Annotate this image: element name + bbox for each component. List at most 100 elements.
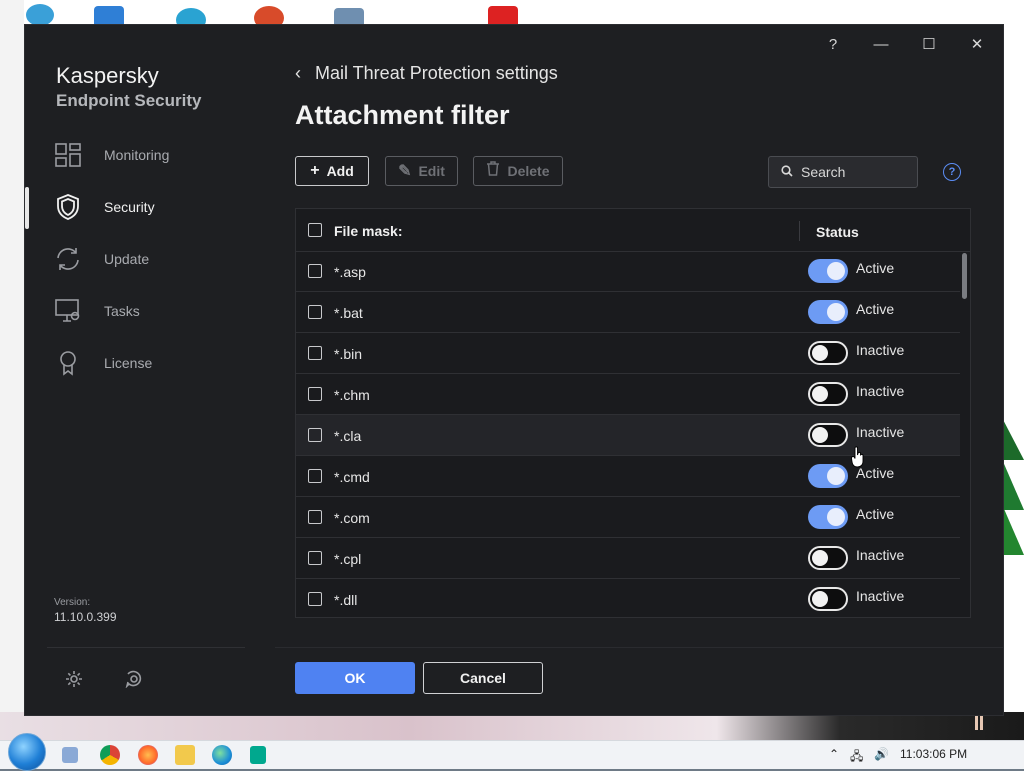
edit-button-label: Edit bbox=[418, 163, 445, 179]
edit-button[interactable]: ✎ Edit bbox=[385, 156, 458, 186]
status-label: Active bbox=[856, 260, 895, 276]
version-value: 11.10.0.399 bbox=[54, 610, 117, 624]
status-label: Inactive bbox=[856, 424, 905, 440]
status-toggle[interactable] bbox=[808, 341, 848, 365]
table-row[interactable]: *.bin Inactive bbox=[296, 333, 960, 374]
table-row[interactable]: *.cpl Inactive bbox=[296, 538, 960, 579]
status-toggle[interactable] bbox=[808, 382, 848, 406]
help-button[interactable]: ? bbox=[813, 29, 853, 59]
trash-icon bbox=[486, 161, 500, 181]
mouse-cursor-hand-icon bbox=[851, 446, 864, 468]
table-header: File mask: Status bbox=[296, 209, 970, 252]
sidebar-divider bbox=[47, 647, 245, 648]
status-toggle[interactable] bbox=[808, 546, 848, 570]
status-toggle[interactable] bbox=[808, 505, 848, 529]
add-button[interactable]: + Add bbox=[295, 156, 369, 186]
volume-icon[interactable]: 🔊 bbox=[874, 747, 889, 761]
sidebar-item-label: Update bbox=[104, 251, 150, 267]
table-row[interactable]: *.asp Active bbox=[296, 251, 960, 292]
column-header-file-mask: File mask: bbox=[334, 223, 403, 239]
back-arrow-icon[interactable]: ‹ bbox=[295, 63, 301, 84]
brand-subtitle: Endpoint Security bbox=[56, 91, 202, 110]
task-view-icon[interactable] bbox=[62, 747, 78, 763]
minimize-button[interactable]: — bbox=[861, 29, 901, 59]
tray-chevron-icon[interactable]: ⌃ bbox=[829, 747, 839, 761]
row-checkbox[interactable] bbox=[308, 346, 322, 360]
status-toggle[interactable] bbox=[808, 464, 848, 488]
row-checkbox[interactable] bbox=[308, 428, 322, 442]
sidebar-item-label: Tasks bbox=[104, 303, 140, 319]
table-scrollbar[interactable] bbox=[960, 251, 970, 617]
file-explorer-icon[interactable] bbox=[175, 745, 195, 765]
sidebar-item-monitoring[interactable]: Monitoring bbox=[25, 133, 275, 177]
select-all-checkbox[interactable] bbox=[308, 223, 322, 237]
kaspersky-window: ? — ☐ ✕ Kaspersky Endpoint Security Moni… bbox=[24, 24, 1004, 716]
status-toggle[interactable] bbox=[808, 300, 848, 324]
search-input[interactable] bbox=[799, 163, 913, 181]
dashboard-icon bbox=[55, 142, 81, 168]
sidebar-item-label: Monitoring bbox=[104, 147, 170, 163]
cancel-button[interactable]: Cancel bbox=[423, 662, 543, 694]
status-toggle[interactable] bbox=[808, 587, 848, 611]
chrome-icon[interactable] bbox=[100, 745, 120, 765]
delete-button[interactable]: Delete bbox=[473, 156, 563, 186]
edge-icon[interactable] bbox=[212, 745, 232, 765]
ok-button[interactable]: OK bbox=[295, 662, 415, 694]
network-icon[interactable]: 🖧 bbox=[850, 747, 863, 768]
toggle-knob bbox=[812, 386, 828, 402]
table-row[interactable]: *.chm Inactive bbox=[296, 374, 960, 415]
help-circle-icon[interactable]: ? bbox=[943, 163, 961, 181]
toggle-knob bbox=[812, 345, 828, 361]
toggle-knob bbox=[812, 591, 828, 607]
breadcrumb-label: Mail Threat Protection settings bbox=[315, 63, 558, 83]
table-row[interactable]: *.dll Inactive bbox=[296, 579, 960, 617]
file-mask-cell: *.com bbox=[334, 510, 370, 526]
status-label: Active bbox=[856, 301, 895, 317]
toggle-knob bbox=[812, 550, 828, 566]
desktop-left-strip bbox=[0, 0, 24, 720]
sidebar-item-license[interactable]: License bbox=[25, 341, 275, 385]
breadcrumb[interactable]: ‹ Mail Threat Protection settings bbox=[295, 63, 558, 84]
add-button-label: Add bbox=[326, 163, 354, 179]
table-row[interactable]: *.com Active bbox=[296, 497, 960, 538]
pencil-icon: ✎ bbox=[398, 163, 412, 180]
row-checkbox[interactable] bbox=[308, 469, 322, 483]
file-mask-cell: *.chm bbox=[334, 387, 370, 403]
firefox-icon[interactable] bbox=[138, 745, 158, 765]
row-checkbox[interactable] bbox=[308, 592, 322, 606]
status-toggle[interactable] bbox=[808, 423, 848, 447]
sidebar-item-security[interactable]: Security bbox=[25, 185, 275, 229]
sidebar-item-tasks[interactable]: Tasks bbox=[25, 289, 275, 333]
row-checkbox[interactable] bbox=[308, 387, 322, 401]
toggle-knob bbox=[827, 508, 845, 526]
file-mask-cell: *.bat bbox=[334, 305, 363, 321]
desktop-icon[interactable] bbox=[26, 4, 54, 26]
file-mask-cell: *.cla bbox=[334, 428, 362, 444]
footer-divider bbox=[275, 647, 1003, 648]
row-checkbox[interactable] bbox=[308, 305, 322, 319]
search-box[interactable] bbox=[768, 156, 918, 188]
maximize-button[interactable]: ☐ bbox=[909, 29, 949, 59]
desktop-right-strip bbox=[1002, 0, 1024, 740]
table-row[interactable]: *.bat Active bbox=[296, 292, 960, 333]
settings-gear-icon[interactable] bbox=[62, 667, 86, 691]
status-label: Inactive bbox=[856, 342, 905, 358]
row-checkbox[interactable] bbox=[308, 551, 322, 565]
close-button[interactable]: ✕ bbox=[957, 29, 997, 59]
support-chat-icon[interactable] bbox=[122, 667, 146, 691]
start-button[interactable] bbox=[8, 733, 46, 771]
status-label: Inactive bbox=[856, 588, 905, 604]
row-checkbox[interactable] bbox=[308, 510, 322, 524]
brand-title: Kaspersky bbox=[56, 63, 159, 88]
column-divider bbox=[799, 221, 800, 241]
shield-icon bbox=[55, 194, 81, 220]
toggle-knob bbox=[812, 427, 828, 443]
status-toggle[interactable] bbox=[808, 259, 848, 283]
toggle-knob bbox=[827, 303, 845, 321]
kaspersky-taskbar-icon[interactable] bbox=[250, 746, 266, 764]
award-icon bbox=[55, 350, 81, 376]
clock[interactable]: 11:03:06 PM bbox=[900, 747, 967, 761]
scrollbar-thumb[interactable] bbox=[962, 253, 967, 299]
sidebar-item-update[interactable]: Update bbox=[25, 237, 275, 281]
row-checkbox[interactable] bbox=[308, 264, 322, 278]
